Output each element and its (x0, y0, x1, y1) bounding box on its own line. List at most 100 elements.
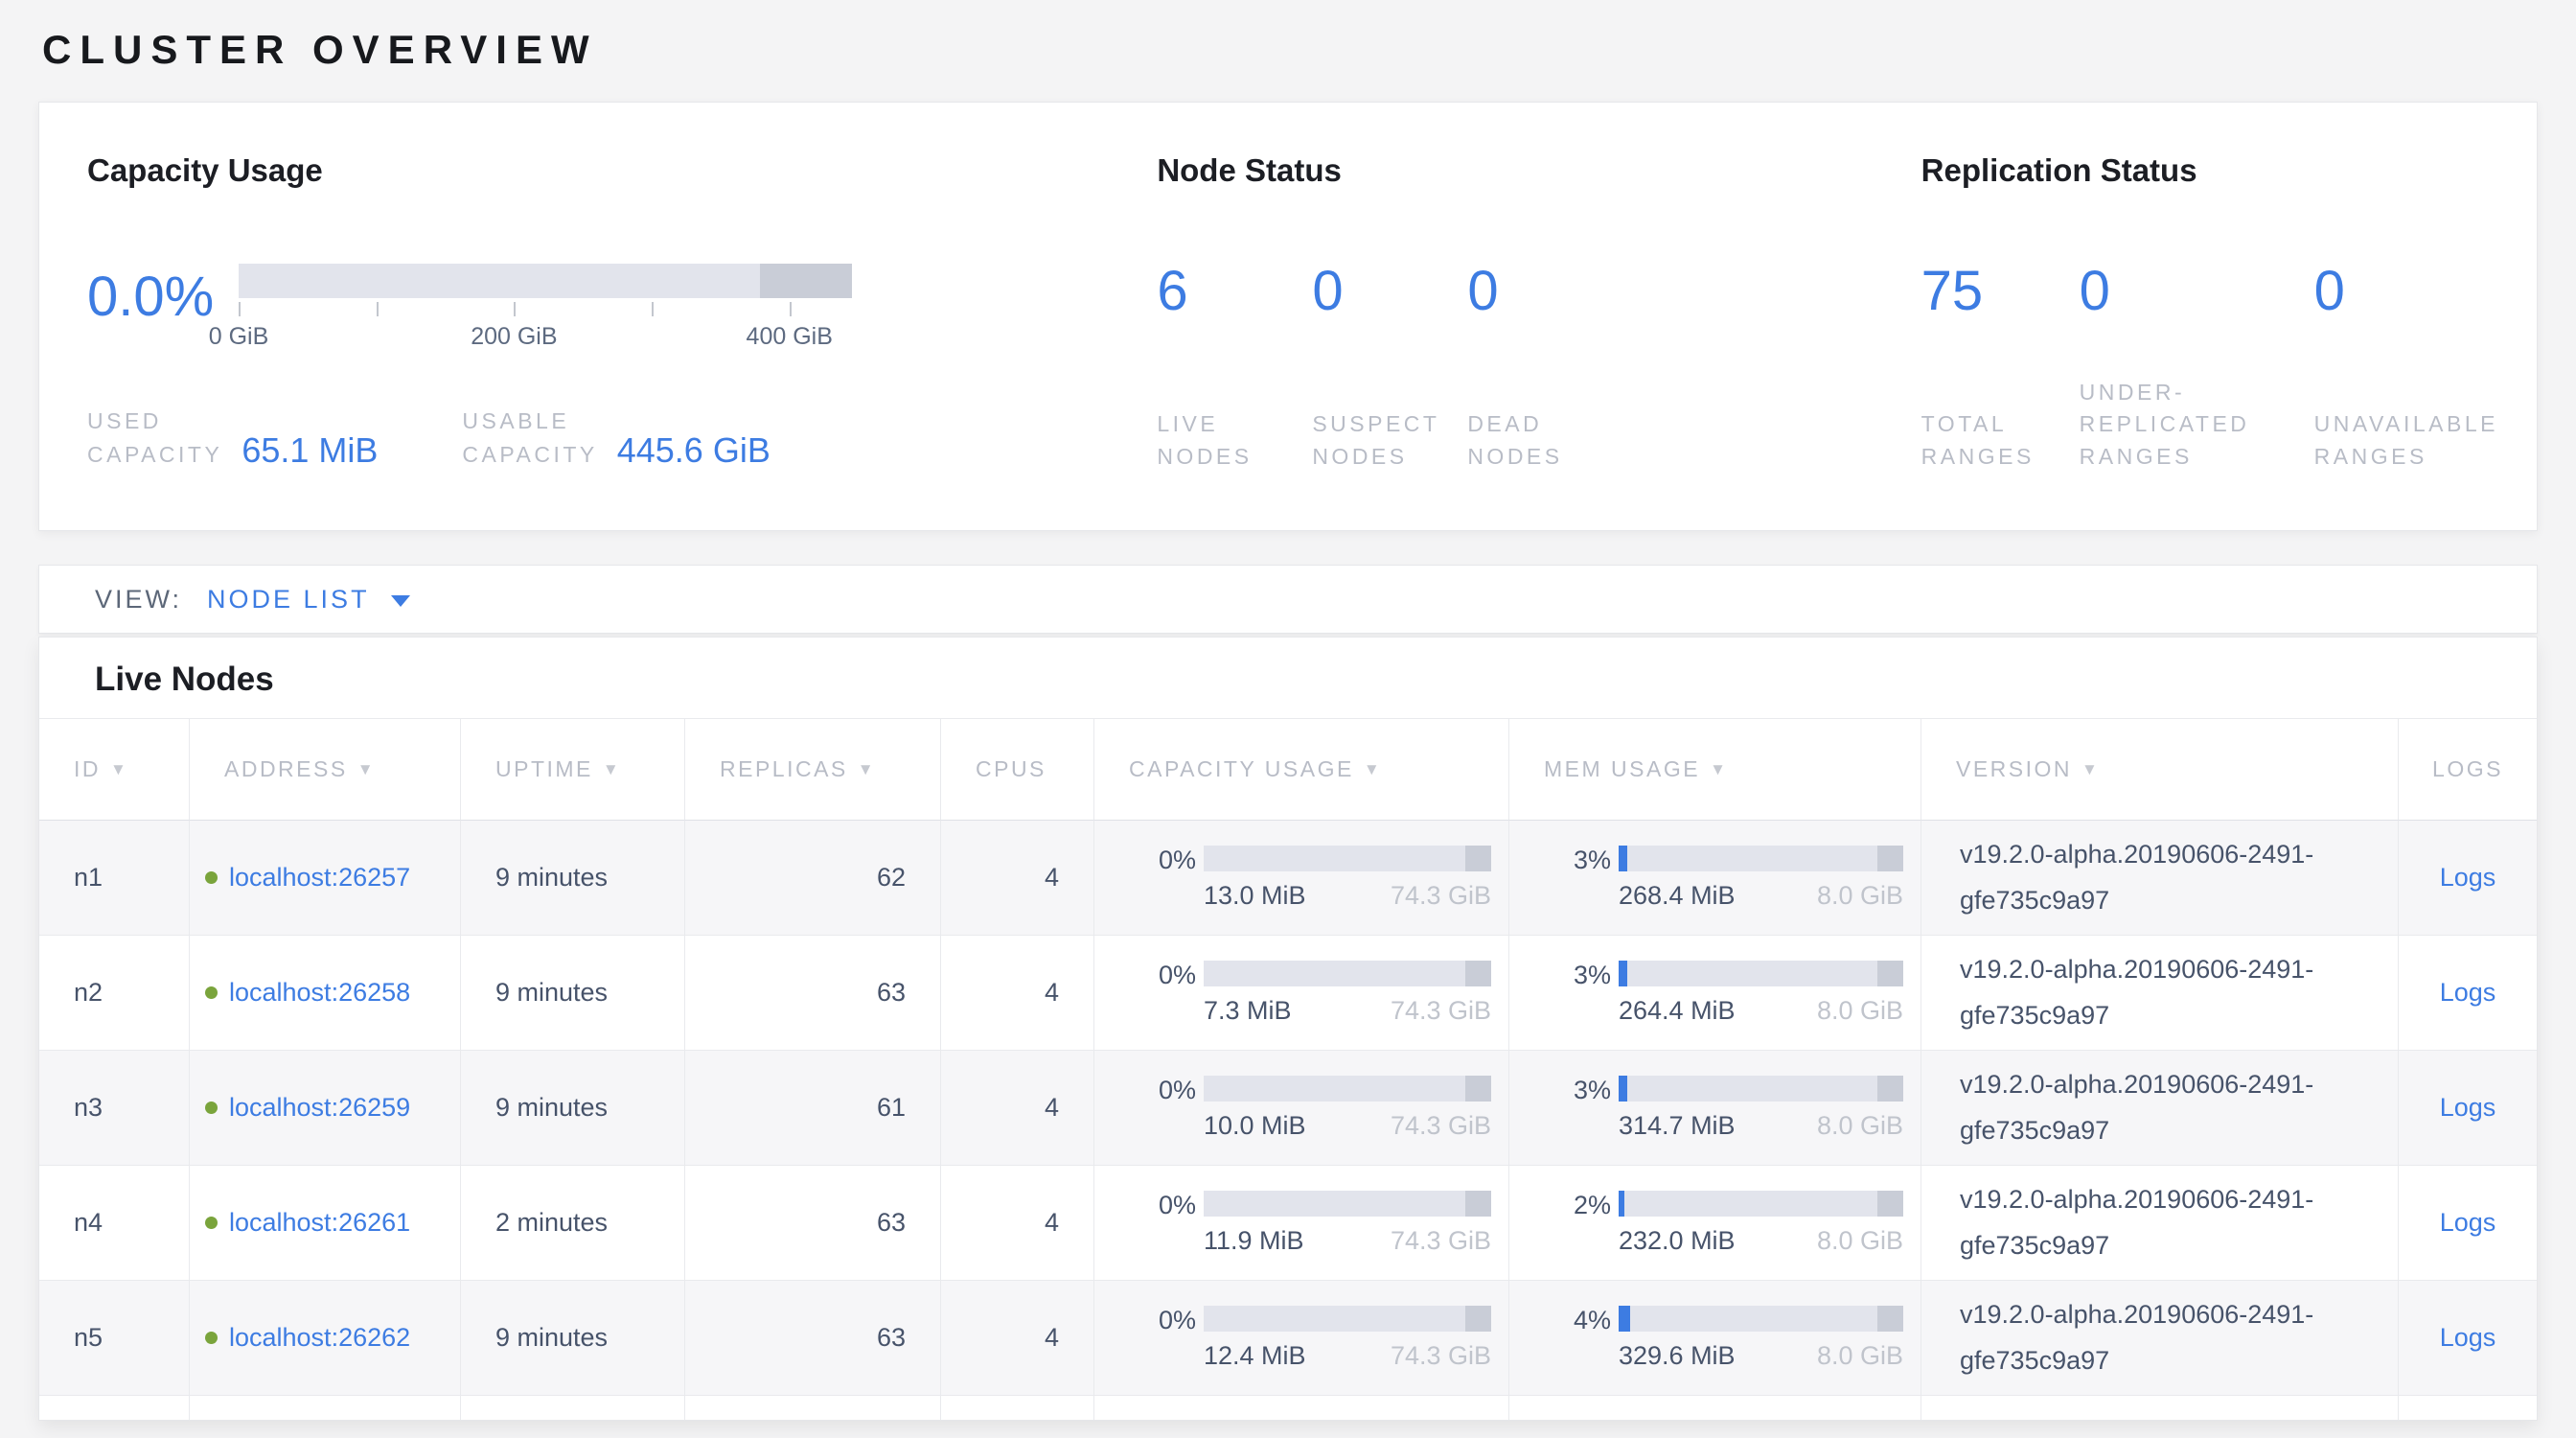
address-link[interactable]: localhost:26259 (229, 1093, 410, 1122)
version-cell: v19.2.0-alpha.20190606-2491-gfe735c9a97 (1921, 936, 2399, 1051)
mem-usage-percent: 3% (1509, 961, 1611, 990)
mem-usage-total-value: 8.0 GiB (1817, 1226, 1903, 1256)
column-header-replicas[interactable]: REPLICAS▼ (685, 718, 941, 821)
view-label: VIEW: (95, 585, 182, 615)
suspect-nodes-count: 0 (1312, 264, 1467, 319)
mem-usage-percent: 4% (1509, 1306, 1611, 1335)
address-link[interactable]: localhost:26257 (229, 863, 410, 892)
mem-usage-percent: 2% (1509, 1191, 1611, 1220)
logs-link[interactable]: Logs (2440, 1323, 2496, 1353)
axis-tick (652, 302, 654, 316)
capacity-usage-bar (1204, 1306, 1491, 1332)
logs-cell: Logs (2399, 1166, 2537, 1281)
mem-usage-total-value: 8.0 GiB (1817, 881, 1903, 911)
capacity-axis: 0 GiB 200 GiB 400 GiB (239, 300, 852, 358)
logs-cell: Logs (2399, 936, 2537, 1051)
cpus-cell: 4 (941, 1051, 1094, 1166)
capacity-usage-meter: 0%13.0 MiB74.3 GiB (1094, 821, 1509, 936)
capacity-usage-used-value: 13.0 MiB (1204, 881, 1306, 911)
mem-usage-used-value: 264.4 MiB (1619, 996, 1736, 1026)
cluster-overview-page: CLUSTER OVERVIEW Capacity Usage 0.0% (0, 0, 2576, 1438)
node-status-section: Node Status 6 LIVE NODES 0 SUSPECT NODES (1157, 152, 1920, 530)
mem-usage-bar-fill (1619, 1306, 1630, 1332)
under-replicated-ranges-stat: 0 UNDER- REPLICATED RANGES (2080, 264, 2314, 473)
column-header-version[interactable]: VERSION▼ (1921, 718, 2399, 821)
capacity-usage-title: Capacity Usage (87, 152, 1157, 189)
node-status-title: Node Status (1157, 152, 1920, 189)
unavailable-ranges-count: 0 (2314, 264, 2498, 319)
table-row-n1: n1localhost:262579 minutes6240%13.0 MiB7… (39, 821, 2537, 936)
usable-capacity-value: 445.6 GiB (617, 430, 770, 471)
sort-descending-icon: ▼ (1710, 760, 1728, 779)
logs-link[interactable]: Logs (2440, 1093, 2496, 1123)
logs-link[interactable]: Logs (2440, 978, 2496, 1008)
mem-usage-bar-fill (1619, 846, 1627, 871)
axis-tick-label: 0 GiB (162, 323, 315, 351)
capacity-usage-percent: 0% (1094, 961, 1196, 990)
mem-usage-percent: 3% (1509, 846, 1611, 875)
node-id-cell: n4 (39, 1166, 190, 1281)
capacity-usage-used-value: 7.3 MiB (1204, 996, 1292, 1026)
column-header-uptime[interactable]: UPTIME▼ (461, 718, 685, 821)
replication-status-section: Replication Status 75 TOTAL RANGES 0 UND… (1921, 152, 2498, 530)
replicas-cell: 63 (685, 936, 941, 1051)
live-nodes-stat: 6 LIVE NODES (1157, 264, 1312, 473)
mem-usage-bar (1619, 1306, 1903, 1332)
table-row-n3: n3localhost:262599 minutes6140%10.0 MiB7… (39, 1051, 2537, 1166)
cpus-cell: 4 (941, 821, 1094, 936)
column-header-logs: LOGS (2399, 718, 2537, 821)
axis-tick (790, 302, 792, 316)
summary-card: Capacity Usage 0.0% (38, 102, 2538, 531)
address-link[interactable]: localhost:26261 (229, 1208, 410, 1237)
table-row-n2: n2localhost:262589 minutes6340%7.3 MiB74… (39, 936, 2537, 1051)
address-link[interactable]: localhost:26258 (229, 978, 410, 1007)
mem-usage-bar (1619, 1076, 1903, 1102)
column-header-mem-usage[interactable]: MEM USAGE▼ (1509, 718, 1921, 821)
node-id-cell: n2 (39, 936, 190, 1051)
mem-usage-bar (1619, 846, 1903, 871)
node-id-cell: n1 (39, 821, 190, 936)
live-nodes-label: LIVE NODES (1157, 408, 1312, 473)
address-link[interactable]: localhost:26262 (229, 1323, 410, 1352)
column-header-address[interactable]: ADDRESS▼ (190, 718, 461, 821)
logs-link[interactable]: Logs (2440, 863, 2496, 893)
capacity-usage-used-value: 11.9 MiB (1204, 1226, 1304, 1256)
mem-usage-used-value: 268.4 MiB (1619, 881, 1736, 911)
logs-link[interactable]: Logs (2440, 1208, 2496, 1238)
live-status-dot-icon (205, 1332, 218, 1344)
logs-cell: Logs (2399, 821, 2537, 936)
column-header-capacity-usage[interactable]: CAPACITY USAGE▼ (1094, 718, 1509, 821)
capacity-usage-bar (1204, 846, 1491, 871)
view-selected-value[interactable]: NODE LIST (207, 585, 370, 615)
mem-usage-used-value: 232.0 MiB (1619, 1226, 1736, 1256)
table-row-partial (39, 1396, 2537, 1421)
live-status-dot-icon (205, 1217, 218, 1229)
sort-descending-icon: ▼ (603, 760, 621, 779)
mem-usage-total-value: 8.0 GiB (1817, 1111, 1903, 1141)
total-ranges-stat: 75 TOTAL RANGES (1921, 264, 2080, 473)
capacity-usage-meter: 0%10.0 MiB74.3 GiB (1094, 1051, 1509, 1166)
capacity-bar (239, 264, 852, 298)
capacity-usage-section: Capacity Usage 0.0% (87, 152, 1157, 530)
uptime-cell: 2 minutes (461, 1166, 685, 1281)
live-nodes-card: Live Nodes ID▼ADDRESS▼UPTIME▼REPLICAS▼CP… (38, 637, 2538, 1421)
mem-usage-bar-fill (1619, 1191, 1624, 1217)
capacity-usage-bar (1204, 961, 1491, 986)
replicas-cell: 61 (685, 1051, 941, 1166)
under-replicated-ranges-count: 0 (2080, 264, 2314, 319)
version-cell: v19.2.0-alpha.20190606-2491-gfe735c9a97 (1921, 1281, 2399, 1396)
capacity-usage-total-value: 74.3 GiB (1391, 881, 1491, 911)
uptime-cell: 9 minutes (461, 821, 685, 936)
column-header-id[interactable]: ID▼ (39, 718, 190, 821)
dead-nodes-label: DEAD NODES (1467, 408, 1622, 473)
total-ranges-count: 75 (1921, 264, 2080, 319)
view-bar: VIEW: NODE LIST (38, 565, 2538, 634)
live-nodes-count: 6 (1157, 264, 1312, 319)
view-dropdown[interactable]: NODE LIST (207, 585, 410, 615)
capacity-usage-percent: 0% (1094, 1191, 1196, 1220)
chevron-down-icon (391, 595, 410, 607)
capacity-usage-meter: 0%12.4 MiB74.3 GiB (1094, 1281, 1509, 1396)
mem-usage-bar-fill (1619, 961, 1627, 986)
usable-capacity-stat: USABLE CAPACITY 445.6 GiB (462, 405, 770, 473)
sort-descending-icon: ▼ (110, 760, 128, 779)
